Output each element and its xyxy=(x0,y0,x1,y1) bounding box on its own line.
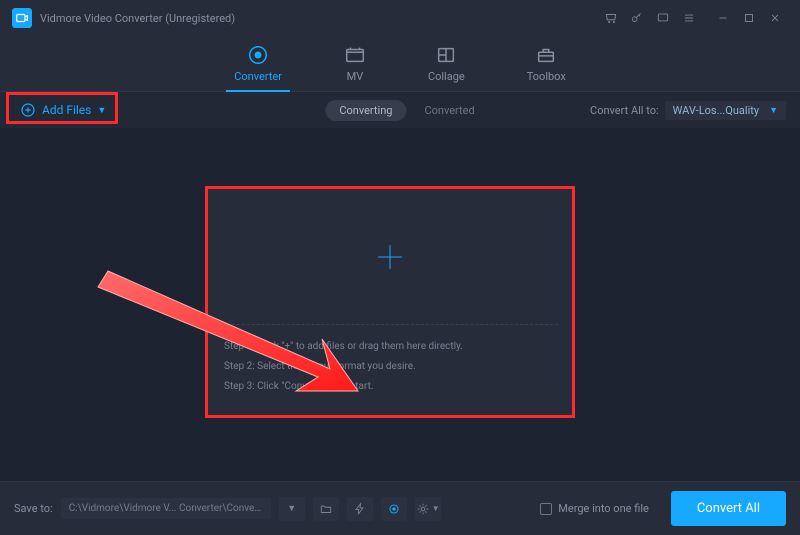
add-files-label: Add Files xyxy=(42,103,91,117)
toolbox-icon xyxy=(535,44,557,66)
tab-label: Collage xyxy=(428,70,465,83)
converted-tab[interactable]: Converted xyxy=(424,104,474,117)
tab-mv[interactable]: MV xyxy=(338,38,372,91)
feedback-icon[interactable] xyxy=(650,5,676,31)
menu-icon[interactable] xyxy=(676,5,702,31)
output-format-dropdown[interactable]: WAV-Los...Quality ▼ xyxy=(665,101,786,120)
converter-icon xyxy=(247,44,269,66)
maximize-button[interactable] xyxy=(736,5,762,31)
hardware-accel-off-button[interactable] xyxy=(347,497,373,521)
add-files-button[interactable]: Add Files ▼ xyxy=(14,99,112,121)
drop-zone[interactable]: Step 1: Click "+" to add files or drag t… xyxy=(205,186,575,418)
folder-icon xyxy=(319,502,333,516)
mv-icon xyxy=(344,44,366,66)
target-on-icon xyxy=(387,502,401,516)
add-files-plus[interactable] xyxy=(208,189,572,324)
converting-tab[interactable]: Converting xyxy=(325,100,406,121)
chevron-down-icon: ▼ xyxy=(769,105,778,116)
tab-collage[interactable]: Collage xyxy=(422,38,471,91)
tab-toolbox[interactable]: Toolbox xyxy=(521,38,572,91)
plus-icon xyxy=(373,240,407,274)
tab-label: Toolbox xyxy=(527,70,566,83)
step-3: Step 3: Click "Convert All" to start. xyxy=(224,377,556,397)
tab-label: MV xyxy=(347,70,364,83)
chevron-down-icon: ▼ xyxy=(287,503,296,514)
bolt-off-icon xyxy=(353,502,367,516)
path-dropdown-button[interactable]: ▼ xyxy=(279,497,305,521)
gear-icon xyxy=(416,502,430,516)
open-folder-button[interactable] xyxy=(313,497,339,521)
step-2: Step 2: Select the output format you des… xyxy=(224,357,556,377)
bottom-bar: Save to: C:\Vidmore\Vidmore V... Convert… xyxy=(0,481,800,535)
key-icon[interactable] xyxy=(624,5,650,31)
checkbox-box xyxy=(540,503,552,515)
save-path-field[interactable]: C:\Vidmore\Vidmore V... Converter\Conver… xyxy=(61,498,271,519)
settings-button[interactable]: ▼ xyxy=(415,497,441,521)
tab-converter[interactable]: Converter xyxy=(228,38,288,91)
merge-label: Merge into one file xyxy=(558,502,649,515)
cart-icon[interactable] xyxy=(598,5,624,31)
convert-all-to-label: Convert All to: xyxy=(590,104,659,117)
top-nav: Converter MV Collage Toolbox xyxy=(0,36,800,92)
instruction-steps: Step 1: Click "+" to add files or drag t… xyxy=(208,325,572,409)
chevron-down-icon: ▼ xyxy=(97,105,106,116)
high-speed-on-button[interactable] xyxy=(381,497,407,521)
close-button[interactable] xyxy=(762,5,788,31)
format-value: WAV-Los...Quality xyxy=(673,104,759,117)
minimize-button[interactable] xyxy=(710,5,736,31)
main-area: Step 1: Click "+" to add files or drag t… xyxy=(0,128,800,481)
save-to-label: Save to: xyxy=(14,502,53,515)
merge-checkbox[interactable]: Merge into one file xyxy=(540,502,649,515)
tab-label: Converter xyxy=(234,70,282,83)
app-window: Vidmore Video Converter (Unregistered) C… xyxy=(0,0,800,535)
window-title: Vidmore Video Converter (Unregistered) xyxy=(40,12,235,25)
collage-icon xyxy=(435,44,457,66)
titlebar: Vidmore Video Converter (Unregistered) xyxy=(0,0,800,36)
app-logo xyxy=(12,8,32,28)
chevron-down-icon: ▼ xyxy=(432,504,440,513)
plus-circle-icon xyxy=(20,102,36,118)
sub-bar: Add Files ▼ Converting Converted Convert… xyxy=(0,92,800,128)
step-1: Step 1: Click "+" to add files or drag t… xyxy=(224,337,556,357)
convert-all-button[interactable]: Convert All xyxy=(671,491,786,526)
